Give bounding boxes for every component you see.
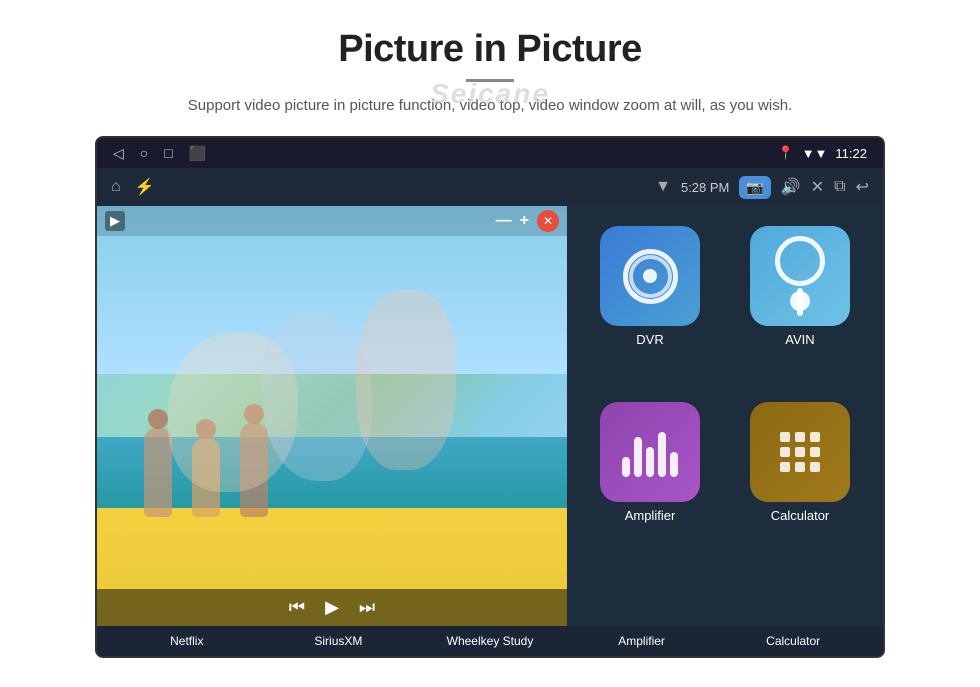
pip-overlay: ▶ — + ✕ (97, 206, 567, 236)
bottom-wheelkey: Wheelkey Study (414, 632, 566, 650)
bottom-siriusxm: SiriusXM (263, 632, 415, 650)
bottom-calculator: Calculator (717, 632, 869, 650)
device-frame: ◁ ○ □ ⬛ 📍 ▼▼ 11:22 ⌂ ⚡ ▼ 5:28 PM 📷 🔊 ✕ ⧉… (95, 136, 885, 658)
amplifier-label: Amplifier (625, 508, 676, 523)
subtitle: Support video picture in picture functio… (188, 94, 792, 118)
bottom-amplifier: Amplifier (566, 632, 718, 650)
status-bar: ◁ ○ □ ⬛ 📍 ▼▼ 11:22 (97, 138, 883, 168)
pip-icon[interactable]: ⧉ (834, 178, 845, 196)
usb-icon: ⚡ (135, 177, 155, 197)
calc-key (780, 447, 790, 457)
bottom-calculator-label: Calculator (766, 634, 820, 648)
app-calculator[interactable]: Calculator (733, 402, 867, 562)
calc-key (795, 432, 805, 442)
nav-screenshot-icon[interactable]: ⬛ (189, 145, 206, 162)
dvr-label: DVR (636, 332, 663, 347)
bottom-netflix-label: Netflix (170, 634, 203, 648)
nav-home-icon[interactable]: ○ (140, 145, 148, 161)
bottom-netflix: Netflix (111, 632, 263, 650)
pip-minimize-btn[interactable]: — (496, 212, 512, 230)
calc-key (810, 432, 820, 442)
video-prev-btn[interactable]: ⏮ (289, 597, 305, 618)
calc-key (795, 462, 805, 472)
wifi-icon: ▼ (655, 178, 671, 196)
avin-label: AVIN (785, 332, 814, 347)
signal-icon: ▼▼ (802, 146, 828, 161)
toolbar-time: 5:28 PM (681, 180, 729, 195)
video-play-btn[interactable]: ▶ (325, 597, 339, 618)
main-content: ○ ▶ — (97, 206, 883, 626)
nav-buttons: ◁ ○ □ ⬛ (113, 145, 206, 162)
figure-1 (144, 427, 172, 517)
amplifier-icon-box[interactable] (600, 402, 700, 502)
app-amplifier[interactable]: Amplifier (583, 402, 717, 562)
video-pip[interactable]: ▶ — + ✕ ⏮ ▶ ⏭ (97, 206, 567, 626)
title-divider (466, 79, 514, 82)
pip-controls[interactable]: — + ✕ (496, 210, 559, 232)
bottom-apps-bar: Netflix SiriusXM Wheelkey Study Amplifie… (97, 626, 883, 656)
page-title: Picture in Picture (338, 28, 642, 71)
toolbar: ⌂ ⚡ ▼ 5:28 PM 📷 🔊 ✕ ⧉ ↩ (97, 168, 883, 206)
calculator-icon-box[interactable] (750, 402, 850, 502)
status-time: 11:22 (835, 146, 867, 161)
bottom-amplifier-label: Amplifier (618, 634, 665, 648)
calculator-label: Calculator (771, 508, 830, 523)
camera-button[interactable]: 📷 (739, 176, 770, 199)
pip-close-btn[interactable]: ✕ (537, 210, 559, 232)
location-icon: 📍 (778, 145, 794, 161)
home-icon[interactable]: ⌂ (111, 178, 121, 196)
back-icon[interactable]: ↩ (856, 177, 869, 197)
toolbar-right: ▼ 5:28 PM 📷 🔊 ✕ ⧉ ↩ (655, 176, 869, 199)
dvr-icon (623, 249, 678, 304)
video-content (97, 206, 567, 626)
calc-key (810, 447, 820, 457)
status-bar-right: 📍 ▼▼ 11:22 (778, 145, 868, 161)
nav-recent-icon[interactable]: □ (164, 145, 172, 161)
nav-back-icon[interactable]: ◁ (113, 145, 124, 162)
video-controls[interactable]: ⏮ ▶ ⏭ (97, 589, 567, 626)
bottom-wheelkey-label: Wheelkey Study (447, 634, 534, 648)
bottom-siriusxm-label: SiriusXM (314, 634, 362, 648)
calc-key (780, 432, 790, 442)
amplifier-icon (622, 427, 678, 477)
calc-key (780, 462, 790, 472)
calc-key (795, 447, 805, 457)
close-x-icon[interactable]: ✕ (811, 177, 824, 197)
calc-key (810, 462, 820, 472)
pip-play-icon: ▶ (105, 211, 125, 231)
toolbar-left: ⌂ ⚡ (111, 177, 155, 197)
video-next-btn[interactable]: ⏭ (359, 597, 375, 618)
avin-circle-icon (775, 236, 825, 286)
volume-icon[interactable]: 🔊 (781, 177, 801, 197)
pip-expand-btn[interactable]: + (520, 212, 529, 230)
